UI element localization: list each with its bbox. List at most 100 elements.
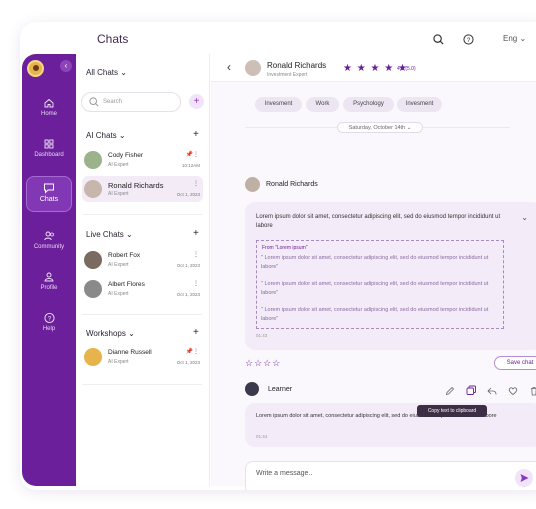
- add-ai-chat-button[interactable]: +: [193, 129, 199, 140]
- search-icon[interactable]: [433, 32, 444, 50]
- sender-name: Ronald Richards: [266, 181, 318, 188]
- help-icon[interactable]: ?: [463, 32, 474, 50]
- tag-chip[interactable]: Invesment: [255, 97, 302, 112]
- chat-date: Oct 1, 2023: [176, 360, 200, 365]
- svg-text:?: ?: [467, 37, 471, 44]
- contact-name: Albert Flores: [108, 281, 145, 288]
- search-input[interactable]: Search: [81, 92, 181, 112]
- divider: [82, 384, 202, 385]
- save-chat-button[interactable]: Save chat: [494, 356, 536, 370]
- rate-stars[interactable]: ☆☆☆☆: [245, 358, 281, 369]
- sidebar-item-label: Community: [33, 244, 65, 250]
- avatar: [84, 180, 102, 198]
- section-label: Live Chats: [86, 230, 124, 239]
- chat-filter-label: All Chats: [86, 68, 119, 77]
- contact-role: AI Expert: [108, 291, 129, 297]
- copy-icon[interactable]: [466, 383, 478, 395]
- collapse-sidebar-button[interactable]: ‹: [60, 60, 72, 72]
- quote-text: " Lorem ipsum dolor sit amet, consectetu…: [261, 307, 489, 322]
- section-title-workshops[interactable]: Workshops ⌄: [86, 329, 135, 338]
- send-button[interactable]: [515, 469, 533, 487]
- more-icon[interactable]: ⋮: [193, 251, 199, 258]
- expert-name: Ronald Richards: [267, 61, 327, 70]
- pin-icon[interactable]: 📌⋮: [186, 348, 199, 355]
- chat-panel: ‹ Ronald Richards Investment Expert ★ ★ …: [211, 54, 536, 490]
- avatar[interactable]: [27, 60, 44, 77]
- chevron-down-icon: ⌄: [128, 329, 135, 338]
- message-time: 01:43: [256, 333, 268, 338]
- trash-icon[interactable]: [529, 383, 536, 396]
- avatar: [84, 151, 102, 169]
- sidebar-item-label: Help: [42, 326, 56, 332]
- contact-role: AI Expert: [108, 162, 129, 168]
- chat-date: Oct 1, 2023: [176, 192, 200, 197]
- sidebar-item-label: Profile: [40, 285, 58, 291]
- language-select[interactable]: Eng ⌄: [503, 34, 526, 43]
- sidebar-item-chats[interactable]: Chats: [26, 176, 72, 212]
- more-icon[interactable]: ⋮: [193, 180, 199, 187]
- search-placeholder: Search: [103, 99, 123, 105]
- expert-role: Investment Expert: [267, 72, 308, 78]
- quote-text: " Lorem ipsum dolor sit amet, consectetu…: [261, 255, 489, 270]
- chat-bubble-icon: [44, 183, 54, 194]
- contact-role: AI Expert: [108, 191, 129, 197]
- section-title-ai-chats[interactable]: AI Chats ⌄: [86, 131, 126, 140]
- user-message: Lorem ipsum dolor sit amet, consectetur …: [245, 403, 536, 447]
- back-arrow-icon[interactable]: ‹: [227, 60, 231, 74]
- message-input[interactable]: Write a message..: [245, 461, 536, 490]
- avatar: [84, 348, 102, 366]
- date-selector[interactable]: Saturday, October 14th ⌄: [337, 122, 423, 133]
- chevron-down-icon: ⌄: [120, 68, 127, 77]
- avatar: [84, 280, 102, 298]
- bot-message: Lorem ipsum dolor sit amet, consectetur …: [245, 202, 536, 350]
- tag-chip[interactable]: Invesment: [397, 97, 442, 112]
- avatar: [245, 60, 261, 76]
- chevron-down-icon: ⌄: [406, 125, 412, 131]
- message-time: 01:44: [256, 434, 268, 439]
- chat-filter-dropdown[interactable]: All Chats ⌄: [86, 68, 127, 77]
- list-item[interactable]: Ronald Richards AI Expert ⋮ Oct 1, 2023: [82, 176, 203, 202]
- heart-icon[interactable]: [508, 383, 520, 396]
- section-title-live-chats[interactable]: Live Chats ⌄: [86, 230, 133, 239]
- message-text: Lorem ipsum dolor sit amet, consectetur …: [256, 413, 497, 419]
- divider: [82, 214, 202, 215]
- sidebar-item-dashboard[interactable]: Dashboard: [26, 138, 72, 158]
- quote-block: From "Lorem ipsum" " Lorem ipsum dolor s…: [256, 240, 504, 329]
- sidebar: ‹ Home Dashboard Chats Community Profile…: [22, 54, 76, 486]
- rating-value: 4.8 (5.0): [397, 66, 416, 72]
- new-chat-button[interactable]: +: [189, 94, 204, 109]
- list-item[interactable]: Dianne Russell AI Expert 📌⋮ Oct 1, 2023: [82, 344, 203, 370]
- message-actions: [445, 383, 536, 396]
- sidebar-item-help[interactable]: ? Help: [26, 312, 72, 332]
- list-item[interactable]: Albert Flores AI Expert ⋮ Oct 1, 2023: [82, 276, 203, 302]
- chevron-down-icon[interactable]: ⌄: [521, 213, 528, 222]
- home-icon: [44, 98, 54, 108]
- quote-text: " Lorem ipsum dolor sit amet, consectetu…: [261, 281, 489, 296]
- add-workshop-button[interactable]: +: [193, 327, 199, 338]
- page-title: Chats: [97, 32, 129, 46]
- sidebar-item-home[interactable]: Home: [26, 97, 72, 117]
- pin-icon[interactable]: 📌⋮: [186, 151, 199, 158]
- contact-name: Cody Fisher: [108, 152, 144, 159]
- sidebar-item-community[interactable]: Community: [26, 230, 72, 250]
- more-icon[interactable]: ⋮: [193, 280, 199, 287]
- reply-icon[interactable]: [487, 383, 499, 395]
- divider: [82, 314, 202, 315]
- avatar: [84, 251, 102, 269]
- sidebar-item-profile[interactable]: Profile: [26, 271, 72, 291]
- avatar: [245, 177, 260, 192]
- date-label: Saturday, October 14th: [348, 125, 406, 131]
- edit-icon[interactable]: [445, 383, 457, 396]
- chat-date: Oct 1, 2023: [176, 292, 200, 297]
- contact-name: Ronald Richards: [108, 181, 164, 190]
- svg-text:?: ?: [47, 315, 51, 322]
- list-item[interactable]: Robert Fox AI Expert ⋮ Oct 1, 2023: [82, 247, 203, 273]
- send-icon: [520, 474, 529, 482]
- language-label: Eng: [503, 34, 518, 43]
- tag-chip[interactable]: Work: [306, 97, 339, 112]
- add-live-chat-button[interactable]: +: [193, 228, 199, 239]
- app-window: Chats ? Eng ⌄ ‹ Home Dashboard Chats Com…: [20, 22, 536, 490]
- tag-chip[interactable]: Psychology: [343, 97, 394, 112]
- list-item[interactable]: Cody Fisher AI Expert 📌⋮ 10:12AM: [82, 147, 203, 173]
- chat-date: 10:12AM: [181, 163, 200, 168]
